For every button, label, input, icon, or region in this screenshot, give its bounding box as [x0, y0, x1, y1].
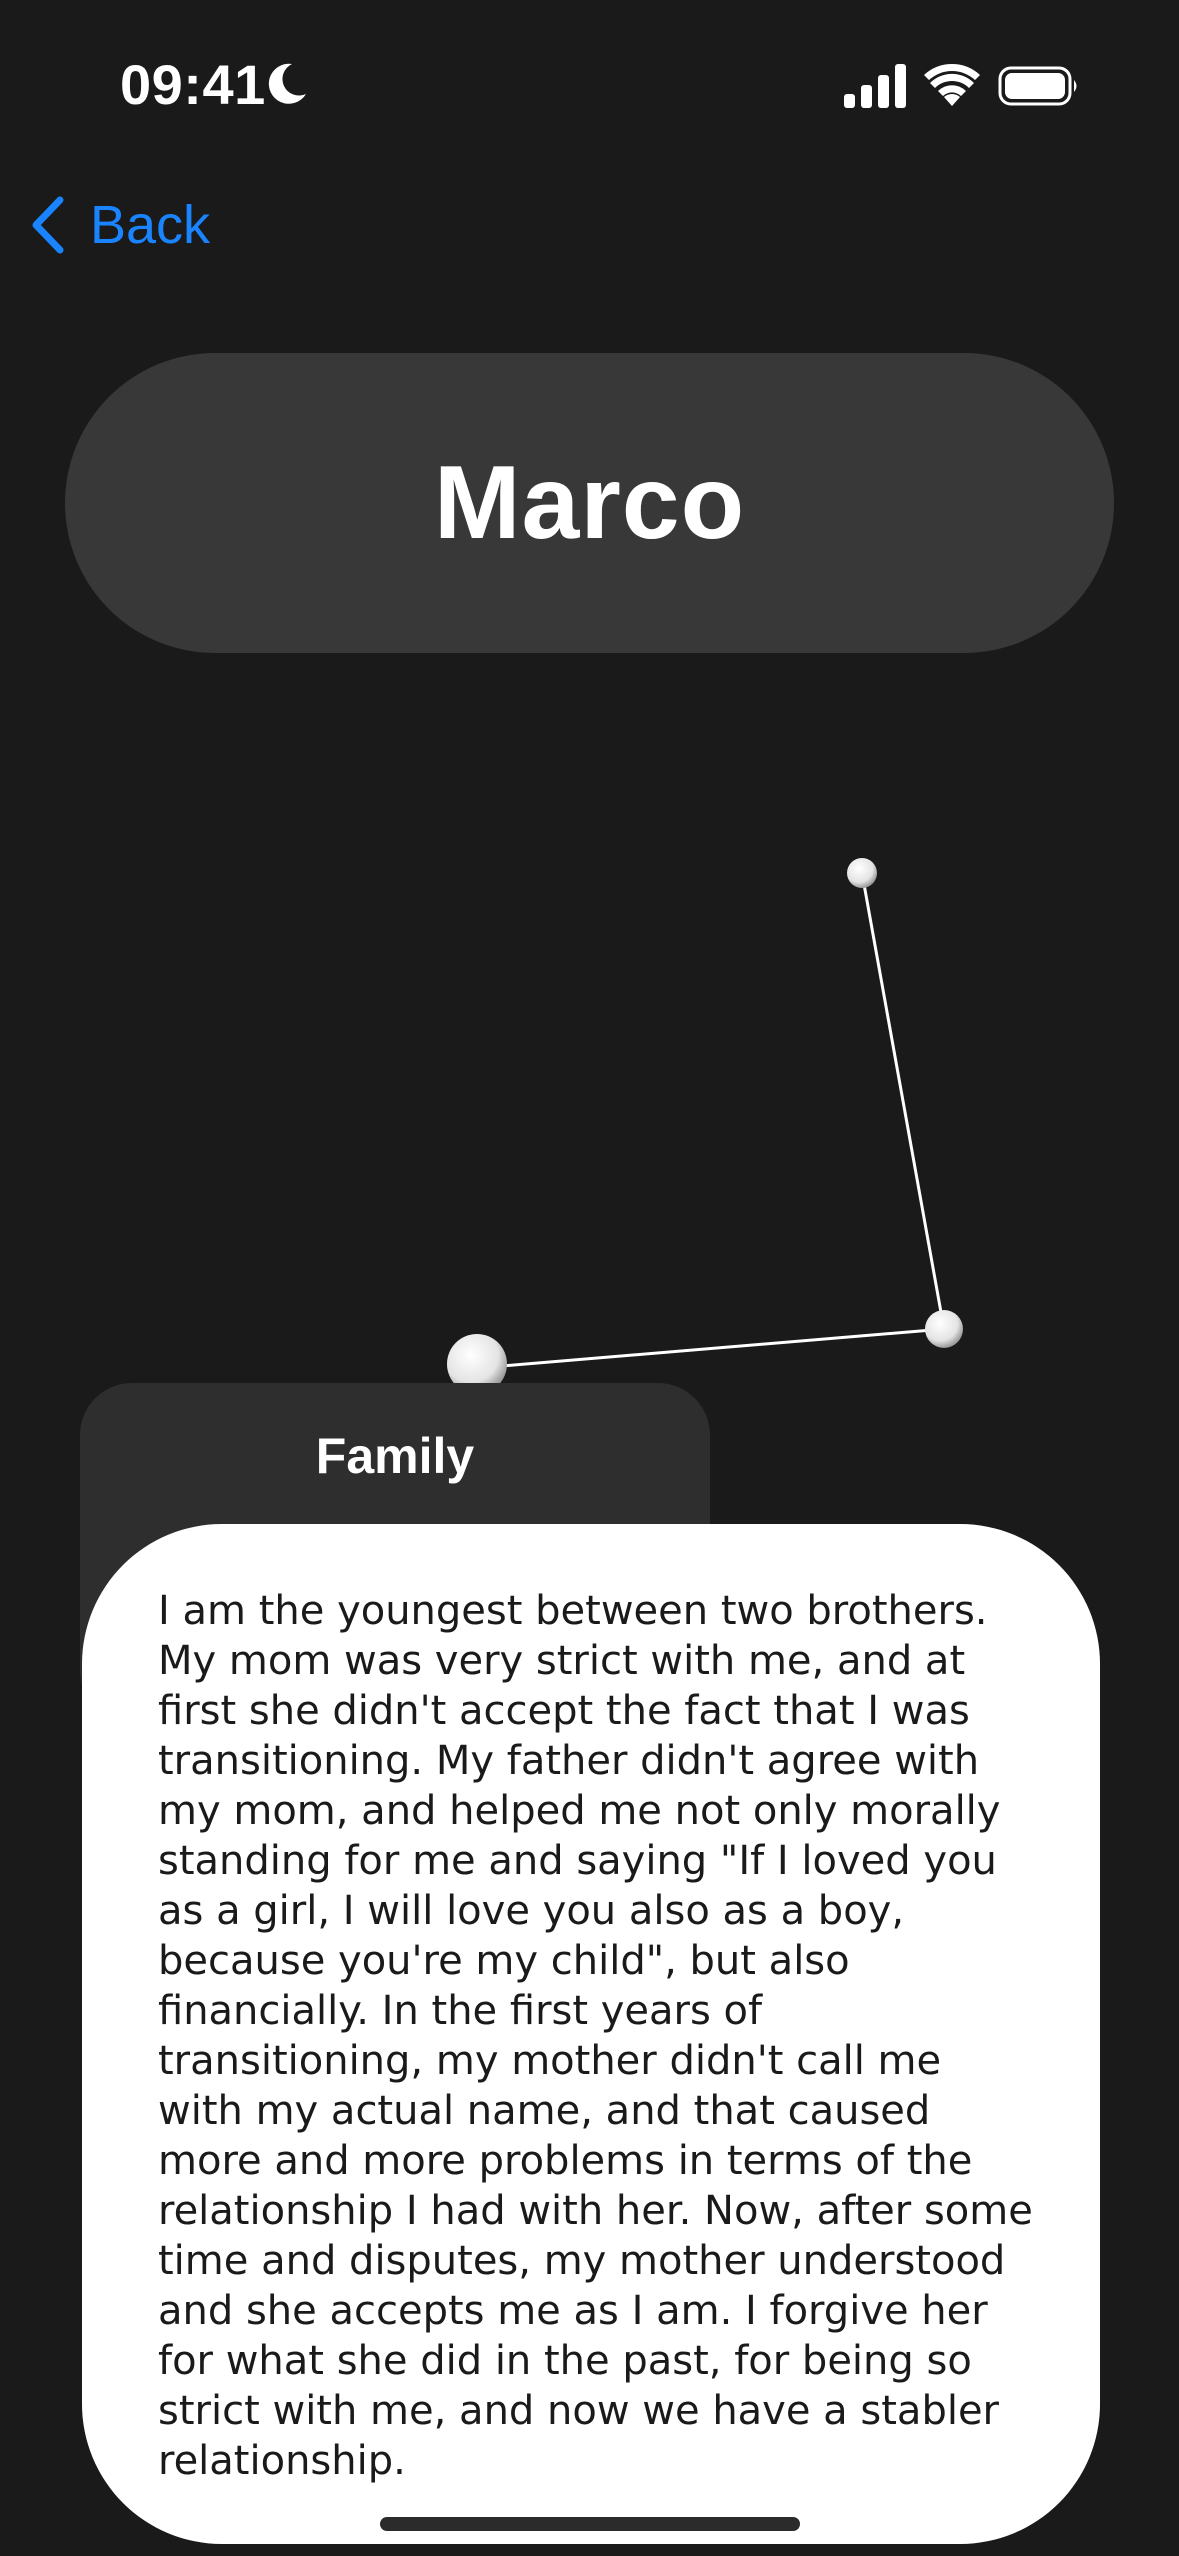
story-sheet: I am the youngest between two brothers. …: [82, 1524, 1100, 2544]
cellular-signal-icon: [844, 64, 906, 108]
story-text: I am the youngest between two brothers. …: [158, 1588, 1033, 2484]
page-title: Marco: [433, 444, 746, 561]
graph-node[interactable]: [847, 858, 877, 888]
wifi-icon: [924, 63, 980, 106]
back-label: Back: [90, 195, 211, 255]
graph-edge: [477, 1327, 945, 1370]
back-button[interactable]: Back: [26, 190, 210, 260]
home-indicator[interactable]: [380, 2517, 800, 2531]
status-time: 09:41: [120, 53, 266, 116]
title-header: Marco: [65, 353, 1114, 653]
family-label: Family: [315, 1428, 475, 1484]
chevron-left-icon: [32, 196, 64, 254]
graph-edge: [860, 872, 946, 1330]
moon-icon: [268, 63, 306, 104]
graph-node[interactable]: [925, 1310, 963, 1348]
relationship-graph: [447, 858, 963, 1394]
battery-icon: [998, 66, 1077, 106]
status-bar: 09:41: [0, 0, 1179, 150]
